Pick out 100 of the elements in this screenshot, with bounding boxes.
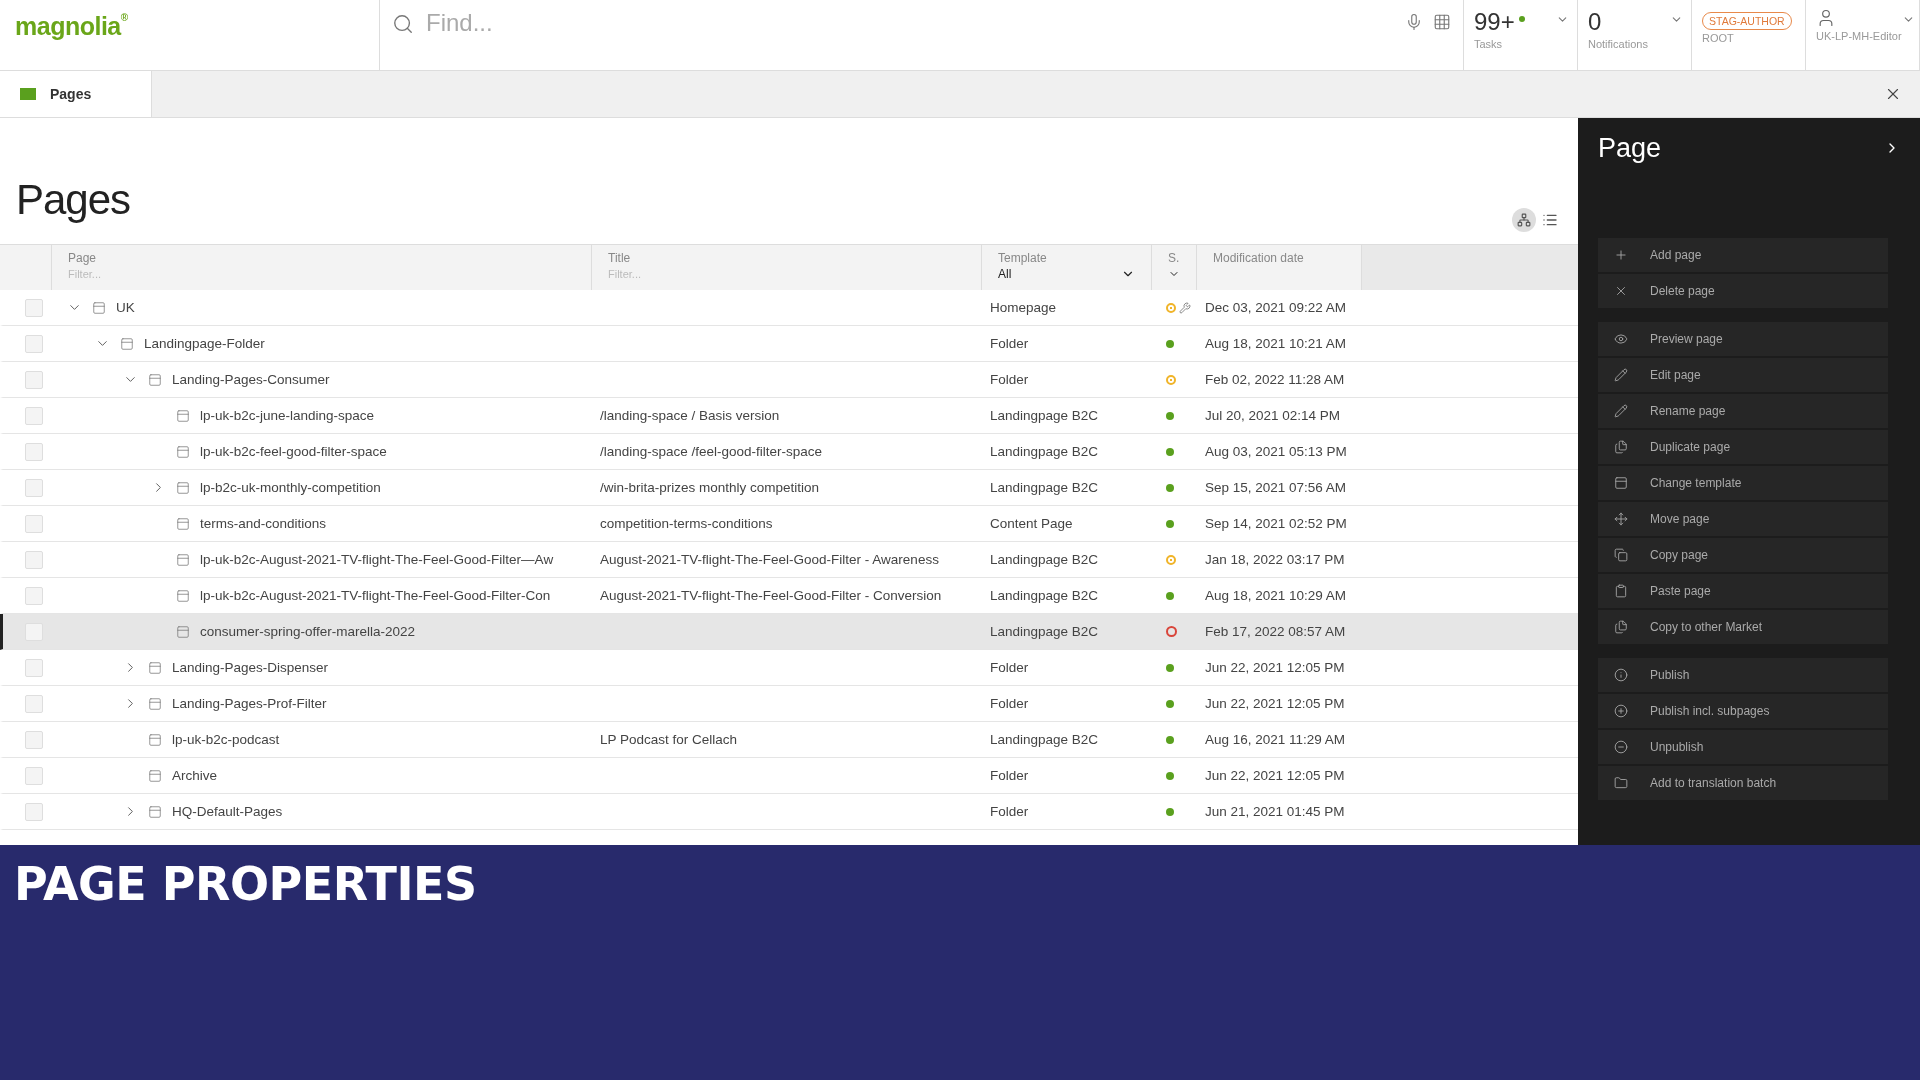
- tasks-label: Tasks: [1474, 38, 1504, 50]
- action-item[interactable]: Edit page: [1598, 358, 1888, 392]
- move-icon: [1614, 512, 1628, 526]
- modification-date: Aug 03, 2021 05:13 PM: [1205, 444, 1347, 459]
- action-item[interactable]: Preview page: [1598, 322, 1888, 356]
- modification-date: Sep 15, 2021 07:56 AM: [1205, 480, 1347, 495]
- page-icon: [148, 372, 162, 387]
- action-item[interactable]: Publish: [1598, 658, 1888, 692]
- app-tab[interactable]: Pages: [0, 71, 152, 117]
- page-icon: [148, 732, 162, 747]
- page-icon: [148, 768, 162, 783]
- page-icon: [92, 300, 106, 315]
- page-name: lp-uk-b2c-August-2021-TV-flight-The-Feel-Good-Filter-Con: [200, 588, 551, 603]
- action-item[interactable]: Rename page: [1598, 394, 1888, 428]
- action-item[interactable]: Copy to other Market: [1598, 610, 1888, 644]
- modification-date: Feb 17, 2022 08:57 AM: [1205, 624, 1346, 639]
- row-checkbox[interactable]: [25, 550, 43, 569]
- search-field[interactable]: Find...: [424, 8, 1395, 38]
- row-checkbox[interactable]: [25, 730, 43, 749]
- tree-view-button[interactable]: [1512, 208, 1536, 232]
- template-name: Landingpage B2C: [990, 732, 1099, 747]
- row-checkbox[interactable]: [25, 586, 43, 605]
- action-item[interactable]: Copy page: [1598, 538, 1888, 572]
- page-icon: [148, 804, 162, 819]
- row-checkbox[interactable]: [25, 658, 43, 677]
- info-icon: [1614, 668, 1628, 682]
- circle-plus-icon: [1614, 704, 1628, 718]
- page-icon: [148, 660, 162, 675]
- user-name: UK-LP-MH-Editor: [1816, 30, 1902, 42]
- column-header: S.: [1168, 251, 1180, 265]
- page-title-text: /win-brita-prizes monthly competition: [600, 480, 820, 495]
- row-checkbox[interactable]: [25, 802, 43, 821]
- apps-grid-icon[interactable]: [1433, 13, 1451, 31]
- row-checkbox[interactable]: [25, 514, 43, 533]
- modification-date: Dec 03, 2021 09:22 AM: [1205, 300, 1347, 315]
- page-name: Archive: [172, 768, 217, 783]
- row-checkbox[interactable]: [25, 442, 43, 461]
- row-checkbox[interactable]: [25, 694, 43, 713]
- pencil-icon: [1614, 368, 1628, 382]
- row-checkbox[interactable]: [25, 298, 43, 317]
- list-view-icon[interactable]: [1542, 212, 1558, 228]
- template-name: Content Page: [990, 516, 1073, 531]
- notifications-label: Notifications: [1588, 38, 1648, 50]
- action-item[interactable]: Add to translation batch: [1598, 766, 1888, 800]
- row-checkbox[interactable]: [25, 406, 43, 425]
- page-title-text: LP Podcast for Cellach: [600, 732, 738, 747]
- page-icon: [176, 552, 190, 567]
- page-icon: [148, 696, 162, 711]
- search-icon: [392, 13, 414, 35]
- page-name: lp-b2c-uk-monthly-competition: [200, 480, 381, 495]
- page-name: lp-uk-b2c-August-2021-TV-flight-The-Feel-Good-Filter—Aw: [200, 552, 554, 567]
- template-name: Folder: [990, 696, 1029, 711]
- action-item[interactable]: Move page: [1598, 502, 1888, 536]
- page-name: Landing-Pages-Consumer: [172, 372, 330, 387]
- page-icon: [176, 444, 190, 459]
- template-name: Landingpage B2C: [990, 444, 1099, 459]
- page-icon: [120, 336, 134, 351]
- action-item[interactable]: Add page: [1598, 238, 1888, 272]
- tree-icon: [1517, 213, 1531, 227]
- table-row[interactable]: consumer-spring-offer-marella-2022 Landingpage B2C Feb 17, 2022 08:57 AM: [0, 614, 1578, 650]
- microphone-icon[interactable]: [1405, 13, 1423, 31]
- modification-date: Jun 22, 2021 12:05 PM: [1205, 660, 1345, 675]
- pencil-icon: [1614, 404, 1628, 418]
- page-name: Landing-Pages-Dispenser: [172, 660, 329, 675]
- column-header: Page: [68, 251, 98, 265]
- page-name: lp-uk-b2c-june-landing-space: [200, 408, 375, 423]
- action-item[interactable]: Delete page: [1598, 274, 1888, 308]
- row-checkbox[interactable]: [25, 478, 43, 497]
- modification-date: Jul 20, 2021 02:14 PM: [1205, 408, 1341, 423]
- modification-date: Jun 22, 2021 12:05 PM: [1205, 768, 1345, 783]
- page-icon: [176, 408, 190, 423]
- action-item[interactable]: Paste page: [1598, 574, 1888, 608]
- clipboard-icon: [1614, 584, 1628, 598]
- page-title-text: August-2021-TV-flight-The-Feel-Good-Filter - Conversion: [600, 588, 942, 603]
- action-item[interactable]: Publish incl. subpages: [1598, 694, 1888, 728]
- template-name: Landingpage B2C: [990, 408, 1099, 423]
- template-name: Folder: [990, 768, 1029, 783]
- page-name: Landingpage-Folder: [144, 336, 265, 351]
- action-item[interactable]: Duplicate page: [1598, 430, 1888, 464]
- row-checkbox[interactable]: [25, 766, 43, 785]
- page-title: Pages: [16, 176, 131, 224]
- filter-field[interactable]: Filter...: [608, 268, 965, 280]
- modification-date: Sep 14, 2021 02:52 PM: [1205, 516, 1347, 531]
- row-checkbox[interactable]: [25, 370, 43, 389]
- pages-icon: [20, 88, 36, 100]
- template-name: Landingpage B2C: [990, 480, 1099, 495]
- tasks-count: 99+: [1474, 8, 1515, 36]
- row-checkbox[interactable]: [25, 334, 43, 353]
- template-name: Landingpage B2C: [990, 624, 1099, 639]
- column-header: Title: [608, 251, 632, 265]
- notifications-count: 0: [1588, 8, 1603, 36]
- template-name: Landingpage B2C: [990, 552, 1099, 567]
- modification-date: Aug 16, 2021 11:29 AM: [1205, 732, 1346, 747]
- page-icon: [176, 480, 190, 495]
- page-name: consumer-spring-offer-marella-2022: [200, 624, 416, 639]
- filter-value[interactable]: All: [998, 267, 1012, 281]
- action-item[interactable]: Change template: [1598, 466, 1888, 500]
- page-icon: [176, 588, 190, 603]
- filter-field[interactable]: Filter...: [68, 268, 575, 280]
- action-item[interactable]: Unpublish: [1598, 730, 1888, 764]
